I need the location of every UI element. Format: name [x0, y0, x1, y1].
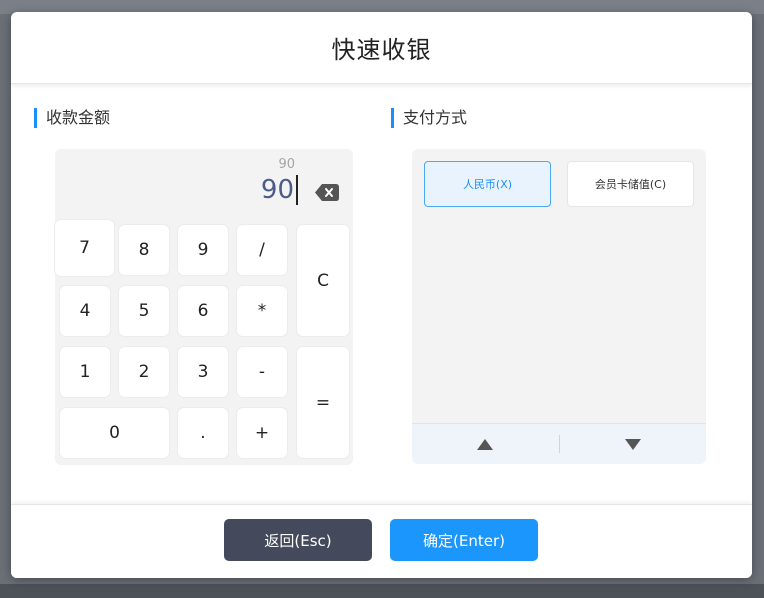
key-8[interactable]: 8	[119, 225, 169, 275]
caret-up-icon	[477, 438, 494, 450]
payment-method-rmb[interactable]: 人民币(X)	[424, 161, 551, 207]
key-2[interactable]: 2	[119, 347, 169, 397]
key-4[interactable]: 4	[60, 286, 110, 336]
dialog-footer: 返回(Esc) 确定(Enter)	[11, 504, 752, 578]
key-3[interactable]: 3	[178, 347, 228, 397]
confirm-button[interactable]: 确定(Enter)	[390, 519, 538, 561]
back-button[interactable]: 返回(Esc)	[224, 519, 372, 561]
key-5[interactable]: 5	[119, 286, 169, 336]
key-multiply[interactable]: *	[237, 286, 287, 336]
key-divide[interactable]: /	[237, 225, 287, 275]
dialog-header: 快速收银	[11, 12, 752, 84]
page-down-button[interactable]	[560, 424, 707, 464]
payment-method-member-card[interactable]: 会员卡储值(C)	[567, 161, 694, 207]
payment-section-title: 支付方式	[391, 108, 467, 128]
calculator-expression: 90	[278, 157, 295, 172]
key-decimal[interactable]: .	[178, 408, 228, 458]
background-bottom-strip	[0, 584, 764, 598]
calculator: 90 90 7 8 9 / C 4 5 6 * 1 2 3 - = 0 . +	[55, 149, 353, 465]
payment-pager	[412, 423, 706, 464]
key-6[interactable]: 6	[178, 286, 228, 336]
payment-methods-panel: 人民币(X) 会员卡储值(C)	[412, 149, 706, 464]
backspace-icon[interactable]	[315, 184, 339, 201]
key-0[interactable]: 0	[60, 408, 169, 458]
amount-section-title: 收款金额	[34, 108, 110, 128]
page-up-button[interactable]	[412, 424, 559, 464]
key-subtract[interactable]: -	[237, 347, 287, 397]
key-equals[interactable]: =	[297, 347, 349, 458]
amount-display[interactable]: 90	[261, 175, 298, 205]
quick-checkout-dialog: 快速收银 收款金额 支付方式 90 90 7 8 9 / C 4 5 6 * 1…	[11, 12, 752, 578]
key-9[interactable]: 9	[178, 225, 228, 275]
key-clear[interactable]: C	[297, 225, 349, 336]
key-7[interactable]: 7	[55, 220, 114, 276]
dialog-title: 快速收银	[331, 36, 432, 64]
key-add[interactable]: +	[237, 408, 287, 458]
caret-down-icon	[624, 438, 641, 450]
key-1[interactable]: 1	[60, 347, 110, 397]
